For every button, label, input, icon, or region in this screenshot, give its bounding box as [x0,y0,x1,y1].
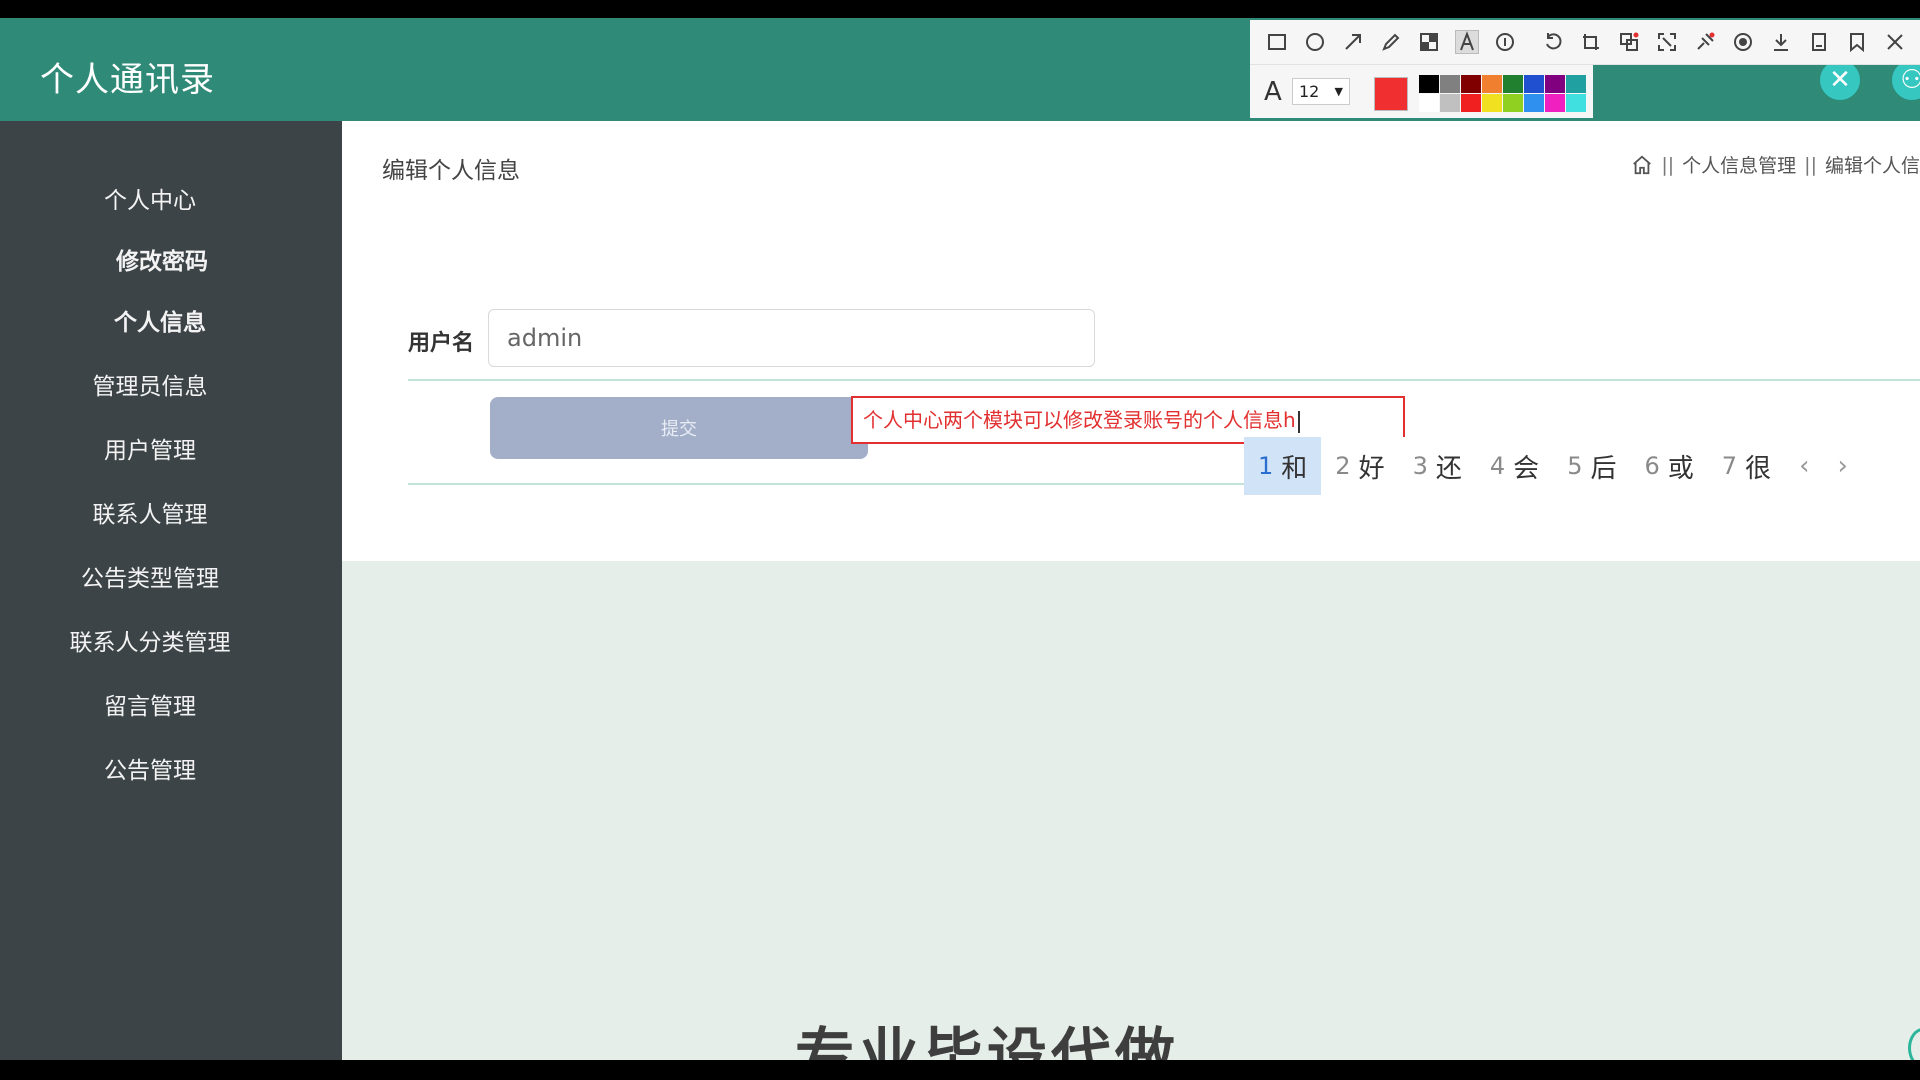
color-swatch[interactable] [1461,75,1481,93]
screen-frame: 个人通讯录 ✕ ⚇ 个人中心 修改密码 个人信息 管理员信息 用户管理 联系人管… [0,0,1920,1080]
pencil-icon[interactable] [1380,31,1402,53]
breadcrumb-item-info-management[interactable]: 个人信息管理 [1682,151,1796,178]
number-icon[interactable] [1494,31,1516,53]
font-size-value: 12 [1299,82,1320,101]
chevron-down-icon: ▼ [1334,85,1343,98]
ime-prev-page-icon[interactable]: ‹ [1785,451,1823,481]
ime-candidate[interactable]: 6或 [1630,437,1707,495]
sidebar-item-contact-management[interactable]: 联系人管理 [0,495,300,529]
mosaic-icon[interactable] [1418,31,1440,53]
color-swatch[interactable] [1566,94,1586,112]
color-swatch[interactable] [1566,75,1586,93]
sidebar-item-personal-info[interactable]: 个人信息 [10,303,310,337]
ime-candidate[interactable]: 7很 [1708,437,1785,495]
breadcrumb-separator: || [1804,153,1817,176]
ime-candidate-char: 或 [1667,453,1694,484]
ime-candidate-number: 4 [1489,452,1506,480]
color-swatch[interactable] [1440,75,1460,93]
color-swatch[interactable] [1524,94,1544,112]
ime-candidate-char: 和 [1281,453,1308,484]
color-palette [1419,75,1586,112]
font-icon: A [1264,77,1282,107]
sidebar-item-contact-category-management[interactable]: 联系人分类管理 [0,623,300,657]
close-icon[interactable] [1884,31,1906,53]
chat-bubble-icon[interactable] [1908,1028,1920,1060]
user-avatar-icon[interactable]: ⚇ [1892,60,1920,100]
sidebar-item-user-management[interactable]: 用户管理 [0,431,300,465]
ime-candidate[interactable]: 3还 [1399,437,1476,495]
color-swatch[interactable] [1482,75,1502,93]
crop-icon[interactable] [1580,31,1602,53]
expand-icon[interactable] [1656,31,1678,53]
color-swatch[interactable] [1461,94,1481,112]
ime-candidate-bar: 1和 2好 3还 4会 5后 6或 7很 ‹ › [1244,437,1920,495]
sidebar-item-notice-management[interactable]: 公告管理 [0,751,300,785]
annotation-options-bar: A 12 ▼ [1250,65,1593,118]
record-icon[interactable] [1732,31,1754,53]
ime-candidate-char: 还 [1435,453,1462,484]
ime-candidate-number: 5 [1567,452,1583,480]
ime-candidate-char: 会 [1513,453,1540,484]
current-color-swatch[interactable] [1374,77,1408,111]
ime-candidate-number: 3 [1412,452,1428,480]
pin-icon[interactable] [1694,31,1716,53]
download-icon[interactable] [1770,31,1792,53]
watermark-text: 专业毕设代做 [795,1022,1179,1060]
app-title: 个人通讯录 [40,60,215,100]
sidebar-item-notice-type-management[interactable]: 公告类型管理 [0,559,300,593]
ellipse-icon[interactable] [1304,31,1326,53]
close-circle-icon[interactable]: ✕ [1820,60,1860,100]
color-swatch[interactable] [1545,75,1565,93]
breadcrumb: || 个人信息管理 || 编辑个人信 [1631,151,1920,178]
color-swatch[interactable] [1503,94,1523,112]
rectangle-icon[interactable] [1266,31,1288,53]
ime-candidate[interactable]: 1和 [1244,437,1322,495]
color-swatch[interactable] [1419,75,1439,93]
ime-candidate-number: 2 [1335,452,1351,480]
bookmark-icon[interactable] [1846,31,1868,53]
ime-candidate-number: 7 [1721,452,1738,480]
color-swatch[interactable] [1440,94,1460,112]
submit-button[interactable]: 提交 [490,397,868,459]
color-swatch[interactable] [1482,94,1502,112]
sidebar-item-personal-center[interactable]: 个人中心 [0,181,300,215]
arrow-icon[interactable] [1342,31,1364,53]
color-swatch[interactable] [1419,94,1439,112]
sidebar: 个人中心 修改密码 个人信息 管理员信息 用户管理 联系人管理 公告类型管理 联… [0,121,342,1060]
username-row: 用户名 [408,309,1920,381]
app-window: 个人通讯录 ✕ ⚇ 个人中心 修改密码 个人信息 管理员信息 用户管理 联系人管… [0,18,1920,1060]
home-icon[interactable] [1631,154,1653,176]
save-icon[interactable] [1808,31,1830,53]
ime-candidate-char: 后 [1590,453,1617,484]
color-swatch[interactable] [1503,75,1523,93]
undo-icon[interactable] [1542,31,1564,53]
text-icon[interactable] [1455,30,1479,54]
main-panel: 编辑个人信息 || 个人信息管理 || 编辑个人信 用户名 提交 [342,121,1920,561]
username-label: 用户名 [408,331,475,356]
text-cursor [1297,410,1300,433]
sidebar-item-admin-info[interactable]: 管理员信息 [0,367,300,401]
ime-candidate-number: 6 [1644,452,1660,480]
annotation-text: 个人中心两个模块可以修改登录账号的个人信息h [863,408,1296,432]
ime-candidate-number: 1 [1258,452,1274,480]
ime-candidate-char: 很 [1745,453,1772,484]
color-swatch[interactable] [1524,75,1544,93]
annotation-toolbar [1250,20,1920,65]
sidebar-item-change-password[interactable]: 修改密码 [12,242,312,276]
ime-candidate[interactable]: 4会 [1476,437,1553,495]
ime-candidate[interactable]: 2好 [1321,437,1398,495]
breadcrumb-item-edit-info: 编辑个人信 [1824,155,1920,177]
username-input[interactable] [488,309,1095,367]
color-swatch[interactable] [1545,94,1565,112]
font-size-select[interactable]: 12 ▼ [1292,78,1350,105]
ime-candidate-char: 好 [1358,453,1385,484]
page-title: 编辑个人信息 [382,158,520,184]
breadcrumb-separator: || [1661,153,1675,176]
ime-next-page-icon[interactable]: › [1823,451,1861,481]
sidebar-item-message-management[interactable]: 留言管理 [0,687,300,721]
translate-icon[interactable] [1618,31,1640,53]
ime-candidate[interactable]: 5后 [1553,437,1630,495]
